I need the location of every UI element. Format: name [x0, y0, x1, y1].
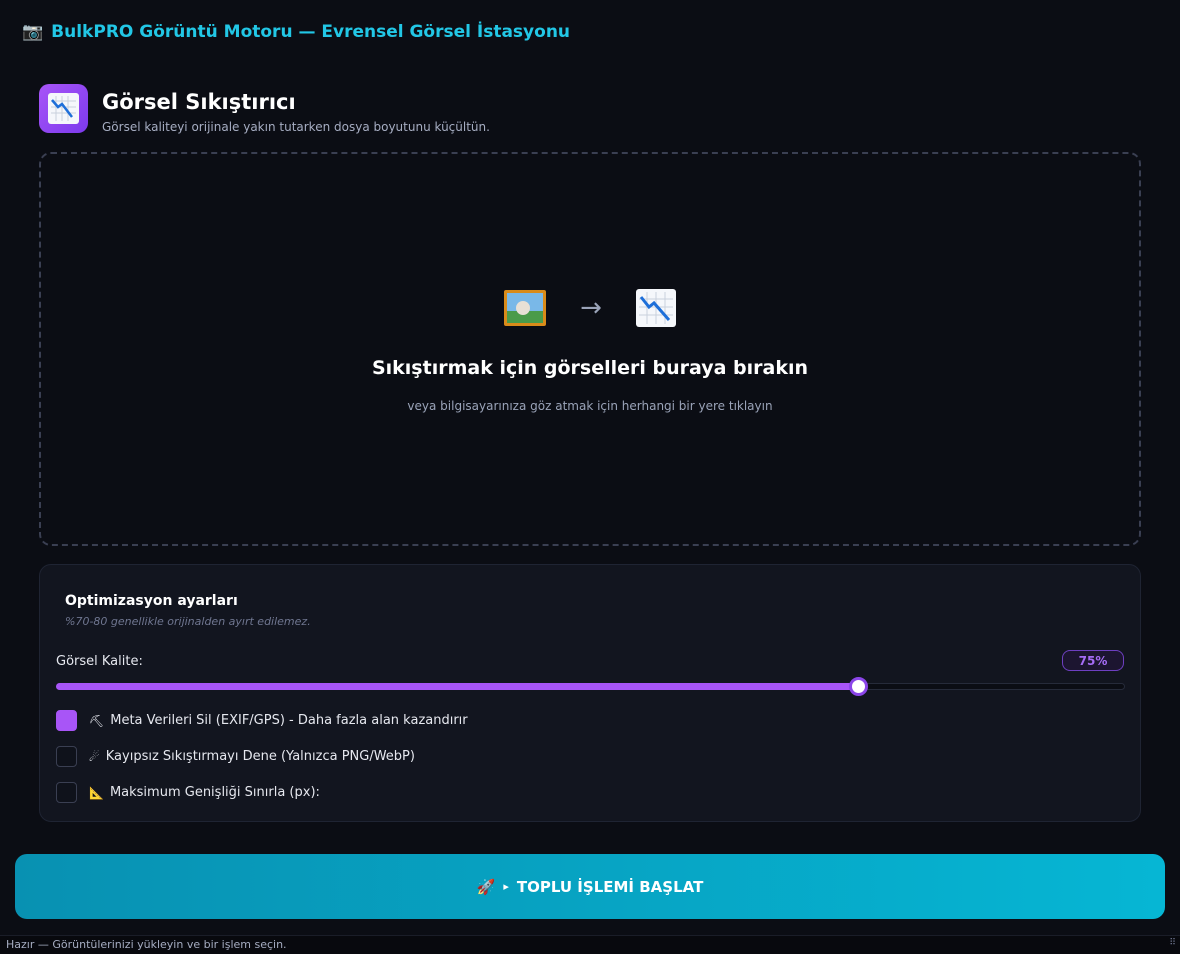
- dropzone-subtitle: veya bilgisayarınıza göz atmak için herh…: [407, 399, 773, 413]
- slider-fill: [56, 683, 858, 690]
- arrow-right-icon: →: [580, 293, 602, 323]
- chart-decreasing-icon: [39, 84, 88, 133]
- image-dropzone[interactable]: → Sıkıştırmak için görselleri buraya bır…: [39, 152, 1141, 546]
- strip-metadata-label: Meta Verileri Sil (EXIF/GPS) - Daha fazl…: [110, 713, 468, 728]
- optimization-settings-panel: Optimizasyon ayarları %70-80 genellikle …: [39, 564, 1141, 822]
- quality-label: Görsel Kalite:: [56, 654, 143, 669]
- lossless-label-wrap: ☄ Kayıpsız Sıkıştırmayı Dene (Yalnızca P…: [89, 749, 415, 764]
- framed-picture-icon: [504, 290, 547, 326]
- start-batch-label: TOPLU İŞLEMİ BAŞLAT: [516, 877, 704, 896]
- app-title: 📷 BulkPRO Görüntü Motoru — Evrensel Görs…: [22, 22, 570, 42]
- camera-icon: 📷: [22, 22, 44, 42]
- settings-title: Optimizasyon ayarları: [65, 593, 238, 609]
- slider-thumb[interactable]: [848, 677, 868, 696]
- strip-metadata-checkbox[interactable]: [56, 710, 77, 731]
- settings-hint: %70-80 genellikle orijinalden ayırt edil…: [65, 615, 311, 628]
- dropzone-title: Sıkıştırmak için görselleri buraya bırak…: [371, 357, 809, 379]
- page-subtitle: Görsel kaliteyi orijinale yakın tutarken…: [102, 120, 490, 134]
- pick-icon: ⛏: [89, 713, 105, 728]
- max-width-label-wrap: 📐 Maksimum Genişliği Sınırla (px):: [89, 785, 320, 800]
- start-batch-button[interactable]: 🚀 ▸ TOPLU İŞLEMİ BAŞLAT: [15, 854, 1165, 919]
- option-lossless[interactable]: ☄ Kayıpsız Sıkıştırmayı Dene (Yalnızca P…: [56, 746, 415, 767]
- status-bar: Hazır — Görüntülerinizi yükleyin ve bir …: [0, 935, 1180, 954]
- triangular-ruler-icon: 📐: [89, 785, 104, 800]
- chart-decreasing-icon: [635, 289, 676, 327]
- resize-grip-icon[interactable]: ⠿: [1169, 934, 1176, 952]
- page-title: Görsel Sıkıştırıcı: [102, 90, 296, 114]
- play-icon: ▸: [503, 880, 509, 893]
- tool-header: Görsel Sıkıştırıcı Görsel kaliteyi oriji…: [39, 84, 490, 134]
- rocket-icon: 🚀: [476, 877, 496, 896]
- app-title-text: BulkPRO Görüntü Motoru — Evrensel Görsel…: [51, 22, 571, 42]
- dropzone-icons: →: [504, 289, 676, 327]
- max-width-checkbox[interactable]: [56, 782, 77, 803]
- lossless-label: Kayıpsız Sıkıştırmayı Dene (Yalnızca PNG…: [105, 749, 415, 764]
- comet-icon: ☄: [89, 749, 100, 764]
- option-strip-metadata[interactable]: ⛏ Meta Verileri Sil (EXIF/GPS) - Daha fa…: [56, 710, 468, 731]
- quality-slider[interactable]: [56, 677, 1125, 696]
- lossless-checkbox[interactable]: [56, 746, 77, 767]
- quality-value-badge: 75%: [1062, 650, 1124, 671]
- strip-metadata-label-wrap: ⛏ Meta Verileri Sil (EXIF/GPS) - Daha fa…: [89, 713, 468, 728]
- option-max-width[interactable]: 📐 Maksimum Genişliği Sınırla (px):: [56, 782, 320, 803]
- status-text: Hazır — Görüntülerinizi yükleyin ve bir …: [6, 938, 287, 951]
- max-width-label: Maksimum Genişliği Sınırla (px):: [109, 785, 320, 800]
